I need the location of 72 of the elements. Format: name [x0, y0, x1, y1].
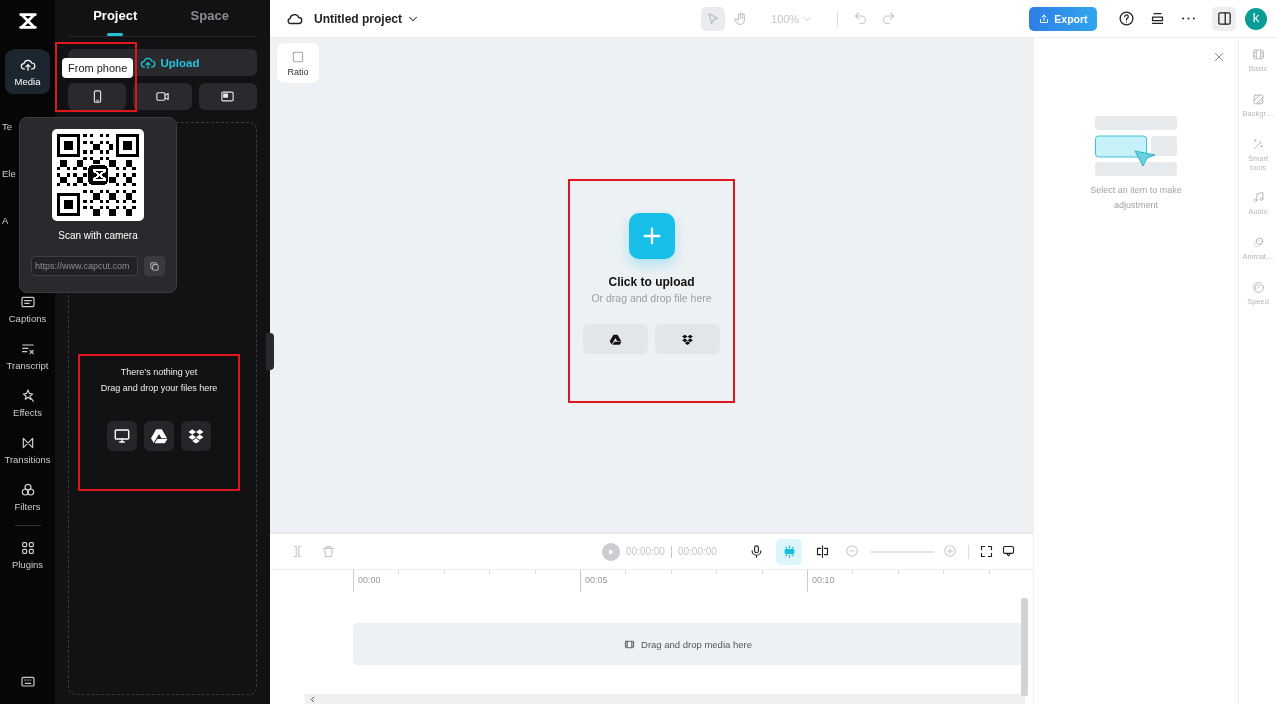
screen-source-button[interactable]	[198, 83, 257, 110]
screen-icon	[220, 89, 236, 104]
tooltip: From phone	[62, 58, 134, 78]
keyboard-icon	[19, 674, 36, 690]
scan-caption: Scan with camera	[58, 230, 138, 241]
panel-layout-icon	[1215, 10, 1233, 27]
sidebar-item[interactable]: A	[0, 191, 55, 238]
magnet-icon	[781, 544, 797, 559]
film-icon	[624, 638, 636, 650]
sidebar-item[interactable]: Ele	[0, 144, 55, 191]
dropbox-button[interactable]	[181, 421, 211, 451]
undo-icon	[852, 11, 868, 26]
app-logo-icon	[16, 10, 39, 32]
upload-title: Click to upload	[608, 275, 695, 289]
phone-source-button[interactable]	[68, 83, 127, 110]
dashed-square-icon	[291, 49, 305, 64]
computer-button[interactable]	[107, 421, 137, 451]
play-icon	[607, 547, 615, 556]
scroll-left-icon	[309, 695, 316, 703]
panel-tab[interactable]: Project	[68, 0, 163, 36]
circles-icon	[1251, 236, 1265, 249]
zoom-in-icon	[943, 543, 957, 558]
monitor-icon	[113, 427, 131, 445]
camera-source-button[interactable]	[133, 83, 192, 110]
film-frame-icon	[1251, 48, 1265, 61]
close-icon	[1213, 51, 1225, 63]
empty-message: Select an item to make adjustment	[1089, 184, 1183, 212]
hatched-square-icon	[1251, 93, 1265, 106]
grid-icon	[19, 539, 36, 556]
panel-toggle-button[interactable]	[1212, 6, 1236, 31]
help-icon	[1117, 10, 1135, 27]
fullscreen-icon	[978, 544, 994, 559]
sidebar-item[interactable]: Filters	[5, 473, 50, 520]
sidebar-item[interactable]: Media	[5, 50, 50, 94]
link-field[interactable]: https://www.capcut.com	[31, 256, 138, 276]
copy-icon	[149, 260, 160, 272]
ratio-button[interactable]: Ratio	[277, 43, 319, 83]
sidebar-item[interactable]: Transitions	[5, 426, 50, 473]
dropbox-button[interactable]	[655, 324, 720, 354]
dropbox-icon	[187, 427, 205, 445]
dropbox-icon	[681, 332, 694, 346]
more-icon	[1181, 17, 1195, 20]
music-note-icon	[1251, 191, 1265, 204]
drop-hint: Drag and drop media here	[641, 638, 752, 650]
trash-icon	[320, 544, 336, 559]
circles-icon	[19, 481, 36, 498]
panel-tab[interactable]: Space	[162, 0, 257, 36]
drive-button[interactable]	[583, 324, 648, 354]
collapse-handle[interactable]	[266, 333, 274, 370]
cloud-upload-icon	[19, 57, 36, 73]
project-title[interactable]: Untitled project	[314, 11, 402, 26]
magic-wand-icon	[1251, 138, 1265, 151]
upload-hint: Or drag and drop file here	[591, 292, 712, 304]
sidebar-item[interactable]: Captions	[5, 285, 50, 332]
pointer-icon	[705, 10, 721, 27]
sidebar-item[interactable]: Plugins	[5, 531, 50, 578]
drive-icon	[150, 427, 168, 445]
empty-hint: Drag and drop your files here	[100, 383, 218, 393]
sidebar-item[interactable]: Transcript	[5, 332, 50, 379]
drive-icon	[609, 332, 622, 346]
video-camera-icon	[155, 89, 170, 104]
empty-title: There’s nothing yet	[120, 367, 198, 377]
redo-icon	[880, 11, 896, 26]
comment-icon	[1000, 544, 1016, 559]
sidebar-item[interactable]: Te	[0, 97, 55, 144]
zoom-out-icon	[845, 543, 859, 558]
upload-icon	[1038, 12, 1051, 25]
copy-button[interactable]	[144, 256, 165, 276]
sidebar-item[interactable]: Effects	[5, 379, 50, 426]
split-icon	[814, 544, 830, 559]
drive-button[interactable]	[144, 421, 174, 451]
gauge-icon	[1251, 281, 1265, 294]
